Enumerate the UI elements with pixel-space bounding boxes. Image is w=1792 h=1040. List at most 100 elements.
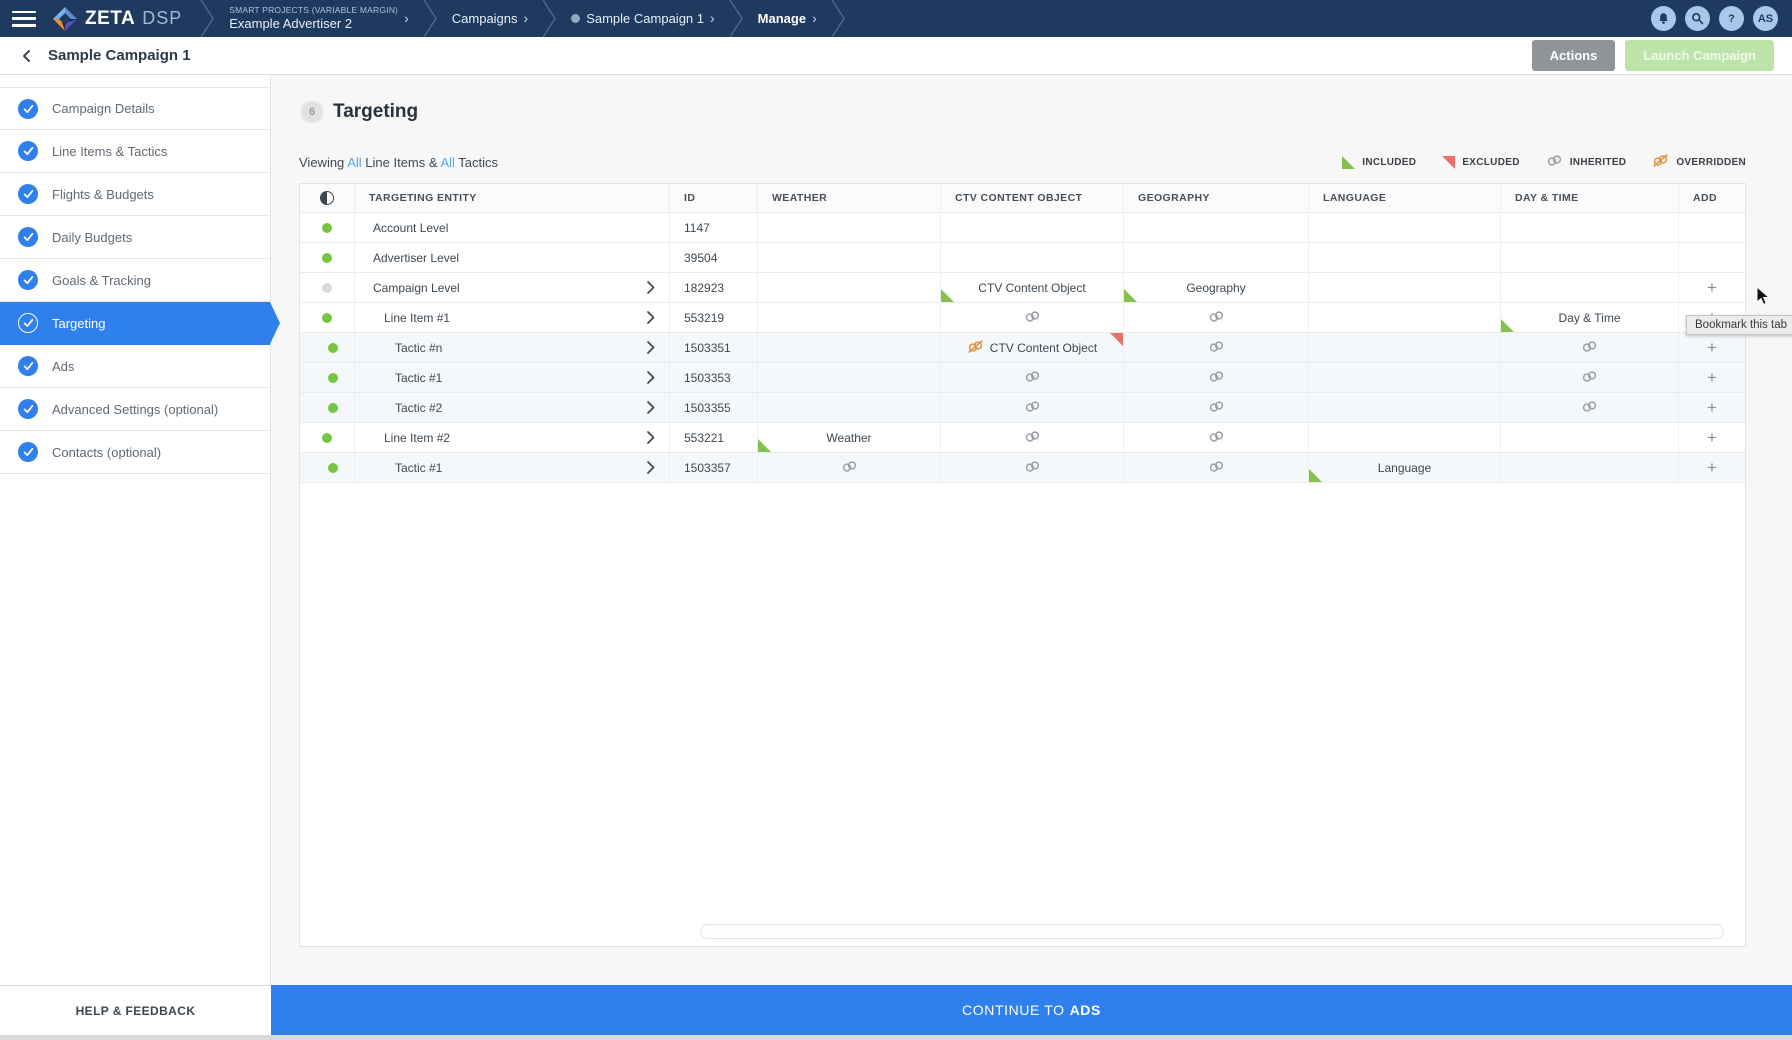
zeta-dsp-logo[interactable]: ZETA DSP [52,6,182,32]
check-circle-icon [18,227,38,247]
weather-cell [758,303,941,332]
legend-label: INCLUDED [1362,156,1417,168]
targeting-type-label: CTV Content Object [989,340,1098,355]
breadcrumb-separator [423,0,438,38]
expand-chevron-icon[interactable] [647,281,655,294]
viewing-mid: Line Items & [365,154,438,170]
sidebar-item-targeting[interactable]: Targeting [0,302,280,345]
status-dot-green [322,312,332,323]
weather-cell [758,273,941,302]
help-feedback-button[interactable]: HELP & FEEDBACK [0,985,271,1035]
status-dot-green [328,342,338,353]
table-row-campaign-level-182923[interactable]: Campaign Level 182923 CTV Content Object Ge… [300,273,1745,303]
sidebar-item-goals-tracking[interactable]: Goals & Tracking [0,259,270,302]
weather-cell [758,453,941,482]
sidebar-item-label: Ads [52,358,75,374]
sidebar-item-label: Targeting [52,315,106,331]
add-cell [1679,213,1745,242]
breadcrumb-eyebrow: SMART PROJECTS (VARIABLE MARGIN) [229,5,399,16]
search-icon[interactable] [1685,6,1710,31]
table-row-tactic-1-1503353[interactable]: Tactic #1 1503353 + [300,363,1745,393]
back-button[interactable] [14,43,40,69]
page-title: Sample Campaign 1 [48,47,191,64]
table-row-tactic-1-1503357[interactable]: Tactic #1 1503357 Language + [300,453,1745,483]
breadcrumb-item-campaigns[interactable]: Campaigns › [438,0,542,37]
all-line-items-link[interactable]: All [347,155,361,170]
table-row-line-item-1-553219[interactable]: Line Item #1553219Day & Time+ [300,303,1745,333]
all-tactics-link[interactable]: All [440,155,454,170]
weather-cell: Weather [758,423,941,452]
sidebar-item-line-items-tactics[interactable]: Line Items & Tactics [0,130,270,173]
column-header-id: ID [670,184,758,212]
sidebar-item-daily-budgets[interactable]: Daily Budgets [0,216,270,259]
expand-chevron-icon[interactable] [647,341,655,354]
avatar[interactable]: AS [1753,6,1778,31]
breadcrumb-item-sample-campaign-1[interactable]: Sample Campaign 1 › [557,0,728,37]
contrast-toggle-icon[interactable] [320,191,334,205]
id-cell: 39504 [670,243,758,272]
entity-name: Tactic #n [395,340,443,355]
legend-label: INHERITED [1569,156,1627,168]
language-cell [1309,333,1501,362]
sidebar-item-advanced-settings-optional[interactable]: Advanced Settings (optional) [0,388,270,431]
notifications-bell-icon[interactable] [1651,6,1676,31]
status-cell [300,423,355,452]
continue-to-ads-button[interactable]: CONTINUE TO ADS [271,985,1792,1035]
add-targeting-button[interactable]: + [1707,399,1717,416]
chevron-down-icon: › [523,9,529,26]
expand-chevron-icon[interactable] [647,461,655,474]
horizontal-scrollbar[interactable] [700,924,1724,939]
expand-chevron-icon[interactable] [647,401,655,414]
breadcrumb-item-manage[interactable]: Manage › [744,0,831,37]
sidebar-item-campaign-details[interactable]: Campaign Details [0,87,270,130]
launch-campaign-button[interactable]: Launch Campaign [1625,40,1774,71]
expand-chevron-icon[interactable] [647,431,655,444]
logo-suffix: DSP [142,8,183,28]
add-cell: + [1679,423,1745,452]
entity-name: Tactic #1 [395,370,443,385]
column-header-language: LANGUAGE [1309,184,1501,212]
continue-label-bold: ADS [1069,1002,1101,1018]
included-icon [1342,155,1356,169]
add-targeting-button[interactable]: + [1707,369,1717,386]
weather-cell [758,333,941,362]
add-targeting-button[interactable]: + [1707,339,1717,356]
hamburger-menu-icon[interactable] [12,10,36,27]
table-row-advertiser-level-39504[interactable]: Advertiser Level 39504 [300,243,1745,273]
add-targeting-button[interactable]: + [1707,459,1717,476]
weather-cell [758,393,941,422]
expand-chevron-icon[interactable] [647,371,655,384]
overridden-icon [1652,153,1669,171]
sidebar-item-ads[interactable]: Ads [0,345,270,388]
daytime-cell [1501,453,1679,482]
legend-label: EXCLUDED [1462,156,1520,168]
breadcrumb-item-example-advertiser-2[interactable]: SMART PROJECTS (VARIABLE MARGIN) Example … [215,0,423,37]
id-cell: 1503355 [670,393,758,422]
status-cell [300,303,355,332]
add-targeting-button[interactable]: + [1707,429,1717,446]
sidebar-item-contacts-optional[interactable]: Contacts (optional) [0,431,270,474]
table-row-tactic-2-1503355[interactable]: Tactic #2 1503355 + [300,393,1745,423]
daytime-cell [1501,273,1679,302]
status-cell [300,243,355,272]
breadcrumb-separator [542,0,557,38]
help-icon[interactable]: ? [1719,6,1744,31]
add-targeting-button[interactable]: + [1707,279,1717,296]
entity-cell: Tactic #n [355,333,670,362]
table-row-account-level-1147[interactable]: Account Level 1147 [300,213,1745,243]
inherited-link-icon [1208,369,1225,387]
included-flag-icon [941,289,954,302]
status-cell [300,333,355,362]
id-cell: 1503357 [670,453,758,482]
chevron-down-icon: › [404,9,409,26]
table-row-line-item-2-553221[interactable]: Line Item #2 553221 Weather + [300,423,1745,453]
entity-cell: Tactic #1 [355,453,670,482]
table-row-tactic-n-1503351[interactable]: Tactic #n 1503351 CTV Content Object + [300,333,1745,363]
column-header-geography: GEOGRAPHY [1124,184,1309,212]
expand-chevron-icon[interactable] [647,311,655,324]
inherited-link-icon [1024,459,1041,477]
id-cell: 1147 [670,213,758,242]
geography-cell [1124,213,1309,242]
actions-button[interactable]: Actions [1531,40,1616,71]
sidebar-item-flights-budgets[interactable]: Flights & Budgets [0,173,270,216]
